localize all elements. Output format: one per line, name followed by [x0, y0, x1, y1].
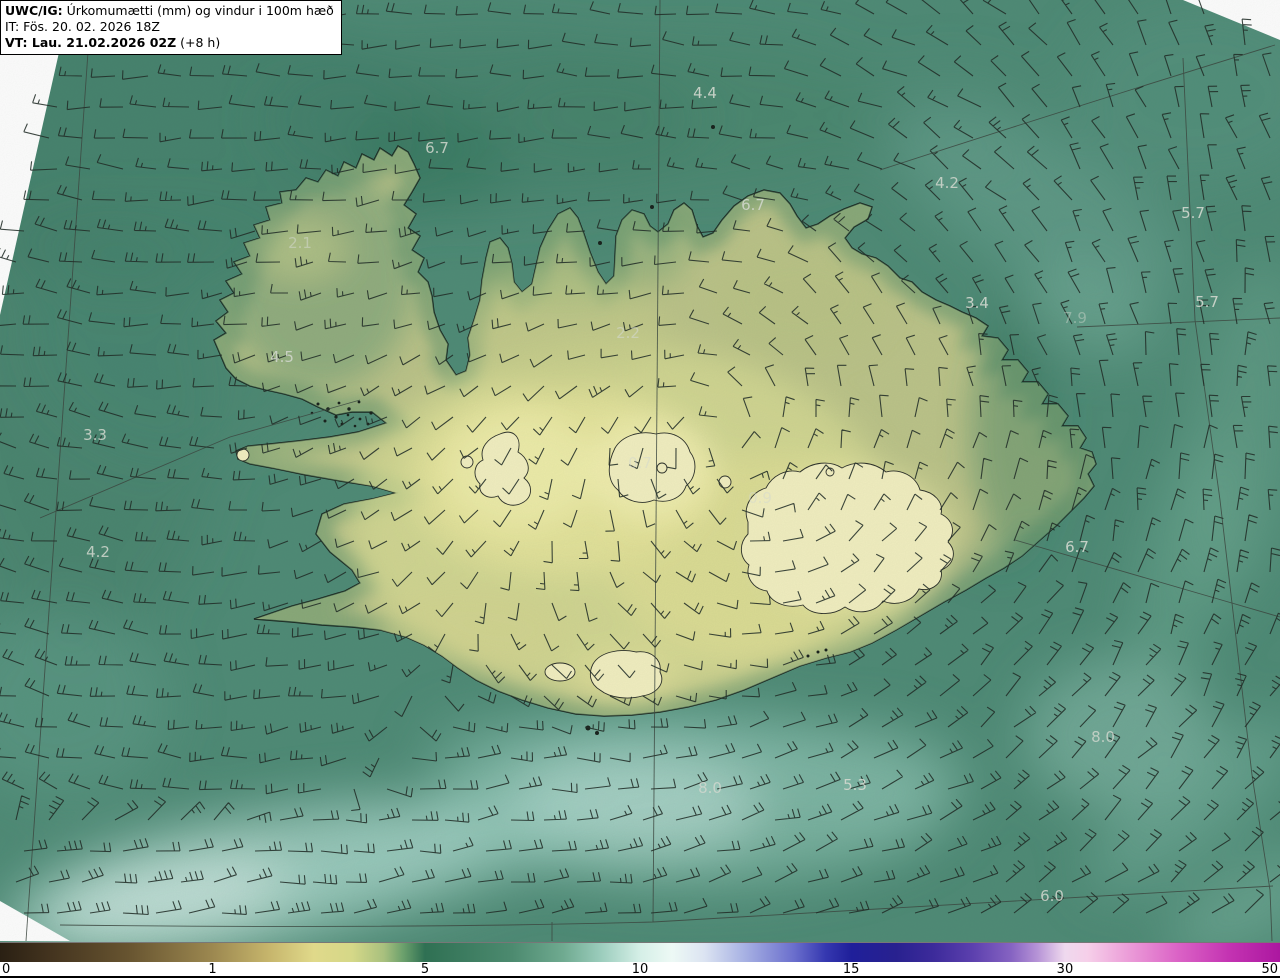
- precip-value: 5.7: [1181, 204, 1205, 222]
- weather-map-app: 4.4 6.7 6.7 4.2 5.7 5.7 3.4 7.9 2.1 2.2 4.5 3.3 4.2 0…: [0, 0, 1280, 978]
- precip-value: 7.9: [1063, 309, 1087, 327]
- precip-value: 6.7: [425, 139, 449, 157]
- colorbar-tick-label: 10: [631, 962, 649, 977]
- colorbar-gradient: [0, 943, 1280, 962]
- precip-value: 8.0: [1091, 728, 1115, 746]
- precip-value: 4.4: [693, 84, 717, 102]
- colorbar-tick-label: 15: [842, 962, 860, 977]
- precip-value: 5.3: [843, 776, 867, 794]
- precip-value: 4.2: [935, 174, 959, 192]
- colorbar-tick-label: 5: [420, 962, 430, 977]
- map-area: 4.4 6.7 6.7 4.2 5.7 5.7 3.4 7.9 2.1 2.2 4.5 3.3 4.2 0…: [0, 0, 1280, 942]
- colorbar-tick-label: 0: [2, 962, 11, 977]
- colorbar-tick-label: 30: [1056, 962, 1074, 977]
- map-svg: 4.4 6.7 6.7 4.2 5.7 5.7 3.4 7.9 2.1 2.2 4.5 3.3 4.2 0…: [0, 0, 1280, 942]
- colorbar-tick-label: 50: [1261, 962, 1278, 977]
- precip-value: 0.9: [748, 489, 772, 507]
- precip-value: 6.7: [1065, 538, 1089, 556]
- precip-value: 6.0: [1040, 887, 1064, 905]
- valid-offset: (+8 h): [176, 35, 221, 50]
- product-code: UWC/IG:: [5, 3, 63, 18]
- precip-value: 4.2: [86, 543, 110, 561]
- colorbar: 0 1 5 10 15 30 50: [0, 942, 1280, 978]
- precip-value: 2.1: [288, 234, 312, 252]
- precip-value: 4.5: [270, 348, 294, 366]
- colorbar-labels: 0 1 5 10 15 30 50: [0, 962, 1280, 978]
- precip-value: 8.0: [698, 779, 722, 797]
- precip-value: 0.7: [628, 454, 652, 472]
- precip-value: 5.7: [1195, 293, 1219, 311]
- title-line-valid: VT: Lau. 21.02.2026 02Z (+8 h): [5, 35, 334, 51]
- precip-value: 3.3: [83, 426, 107, 444]
- precip-value: 3.4: [965, 294, 989, 312]
- valid-time: VT: Lau. 21.02.2026 02Z: [5, 35, 177, 50]
- colorbar-tick-label: 1: [208, 962, 217, 977]
- precip-value: 2.2: [616, 324, 640, 342]
- precip-value: 6.7: [741, 196, 765, 214]
- product-title: Úrkomumætti (mm) og vindur i 100m hæð: [62, 3, 334, 18]
- title-box: UWC/IG: Úrkomumætti (mm) og vindur i 100…: [0, 0, 342, 55]
- title-line-product: UWC/IG: Úrkomumætti (mm) og vindur i 100…: [5, 3, 334, 19]
- title-line-init: IT: Fös. 20. 02. 2026 18Z: [5, 19, 160, 34]
